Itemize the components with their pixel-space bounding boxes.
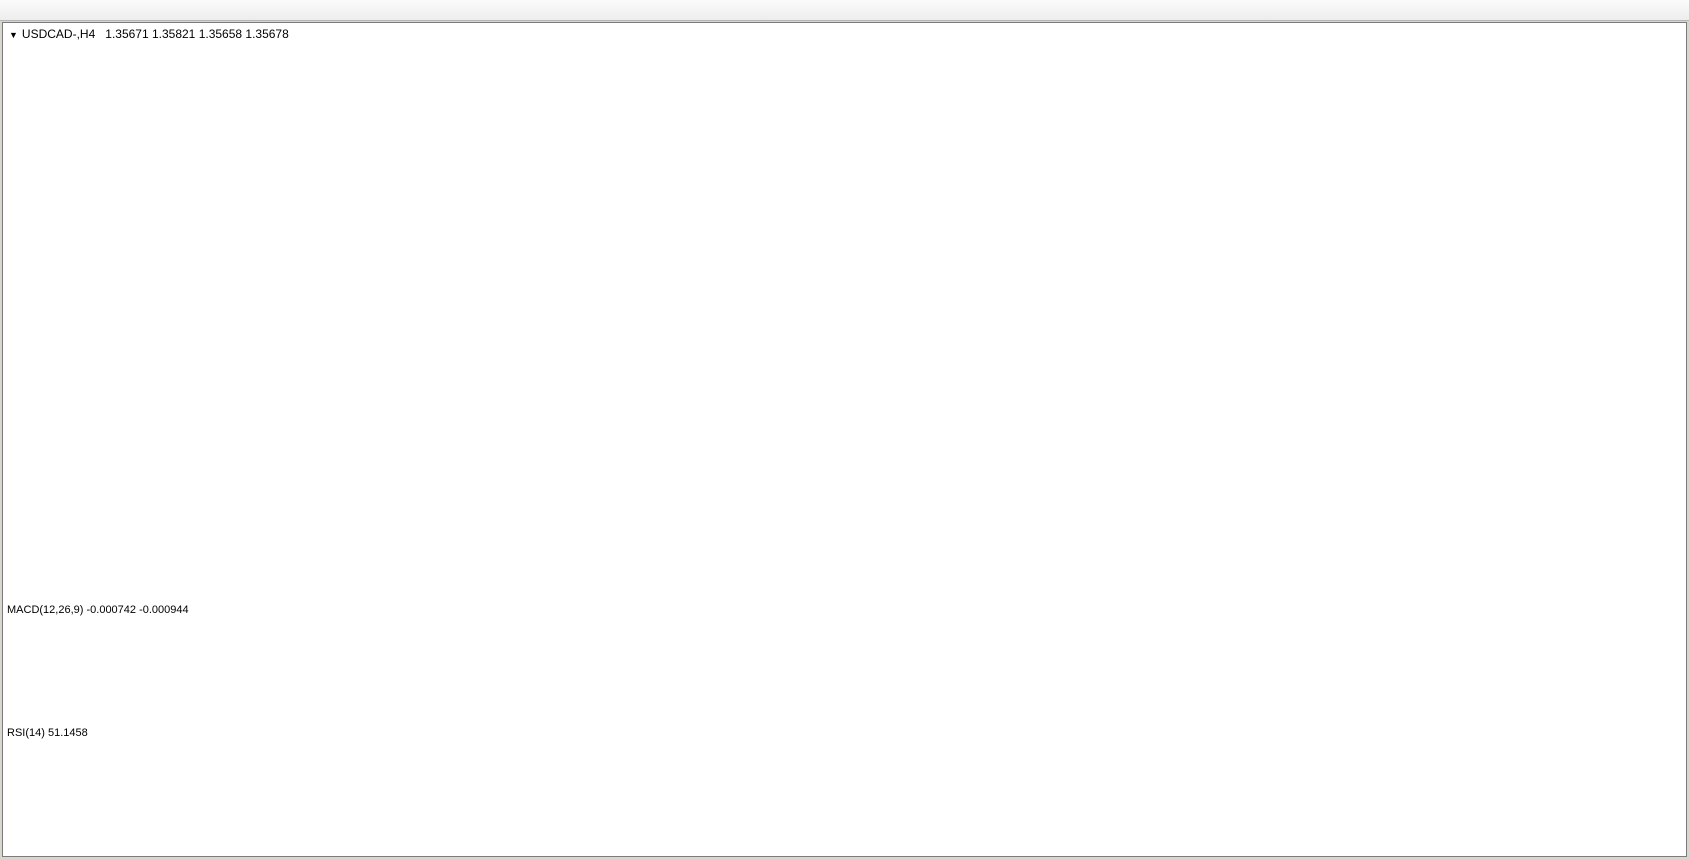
rsi-name: RSI(14) [7, 727, 45, 739]
chart-ohlc-values: 1.35671 1.35821 1.35658 1.35678 [105, 27, 289, 41]
rsi-value: 51.1458 [48, 727, 88, 739]
macd-values: -0.000742 -0.000944 [86, 604, 188, 616]
chart-canvas[interactable] [3, 23, 1684, 854]
chart-title: ▼ USDCAD-,H4 1.35671 1.35821 1.35658 1.356… [9, 27, 289, 41]
main-toolbar [0, 0, 1689, 21]
macd-indicator-label: MACD(12,26,9) -0.000742 -0.000944 [7, 604, 189, 616]
macd-name: MACD(12,26,9) [7, 604, 83, 616]
chart-collapse-icon[interactable]: ▼ [9, 30, 18, 40]
chart-symbol-label: USDCAD-,H4 [22, 27, 95, 41]
chart-window: ▼ USDCAD-,H4 1.35671 1.35821 1.35658 1.356… [2, 22, 1687, 857]
rsi-indicator-label: RSI(14) 51.1458 [7, 727, 88, 739]
